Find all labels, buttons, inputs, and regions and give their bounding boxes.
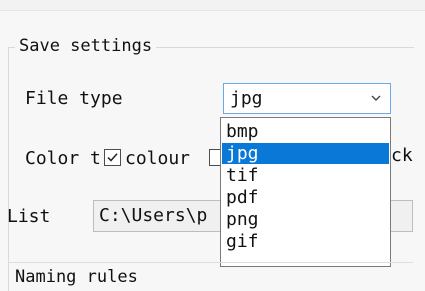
settings-panel: Save settings File type jpg Color t colo… bbox=[0, 0, 425, 291]
colour-checkbox[interactable] bbox=[104, 149, 121, 166]
file-type-select[interactable]: jpg bbox=[223, 83, 391, 114]
file-type-label: File type bbox=[25, 88, 123, 109]
file-type-value: jpg bbox=[230, 88, 263, 109]
dropdown-option-jpg[interactable]: jpg bbox=[222, 143, 389, 164]
color-type-label: Color t bbox=[25, 148, 101, 169]
colour-label: colour bbox=[125, 148, 191, 169]
file-type-dropdown-list[interactable]: bmp jpg tif pdf png gif bbox=[220, 117, 391, 267]
dropdown-option-png[interactable]: png bbox=[222, 209, 389, 230]
clipped-checkbox-label: ck bbox=[391, 145, 413, 166]
naming-rules-divider bbox=[8, 262, 413, 263]
dropdown-option-tif[interactable]: tif bbox=[222, 165, 389, 186]
save-settings-title: Save settings bbox=[15, 36, 157, 56]
naming-rules-title: Naming rules bbox=[15, 267, 138, 287]
list-label: List bbox=[7, 206, 51, 227]
dropdown-option-pdf[interactable]: pdf bbox=[222, 187, 389, 208]
dropdown-option-gif[interactable]: gif bbox=[222, 231, 389, 252]
dropdown-option-bmp[interactable]: bmp bbox=[222, 121, 389, 142]
list-path-value: C:\Users\p bbox=[99, 205, 208, 226]
checkmark-icon bbox=[107, 153, 118, 162]
chevron-down-icon bbox=[371, 95, 381, 101]
top-divider bbox=[0, 0, 425, 11]
